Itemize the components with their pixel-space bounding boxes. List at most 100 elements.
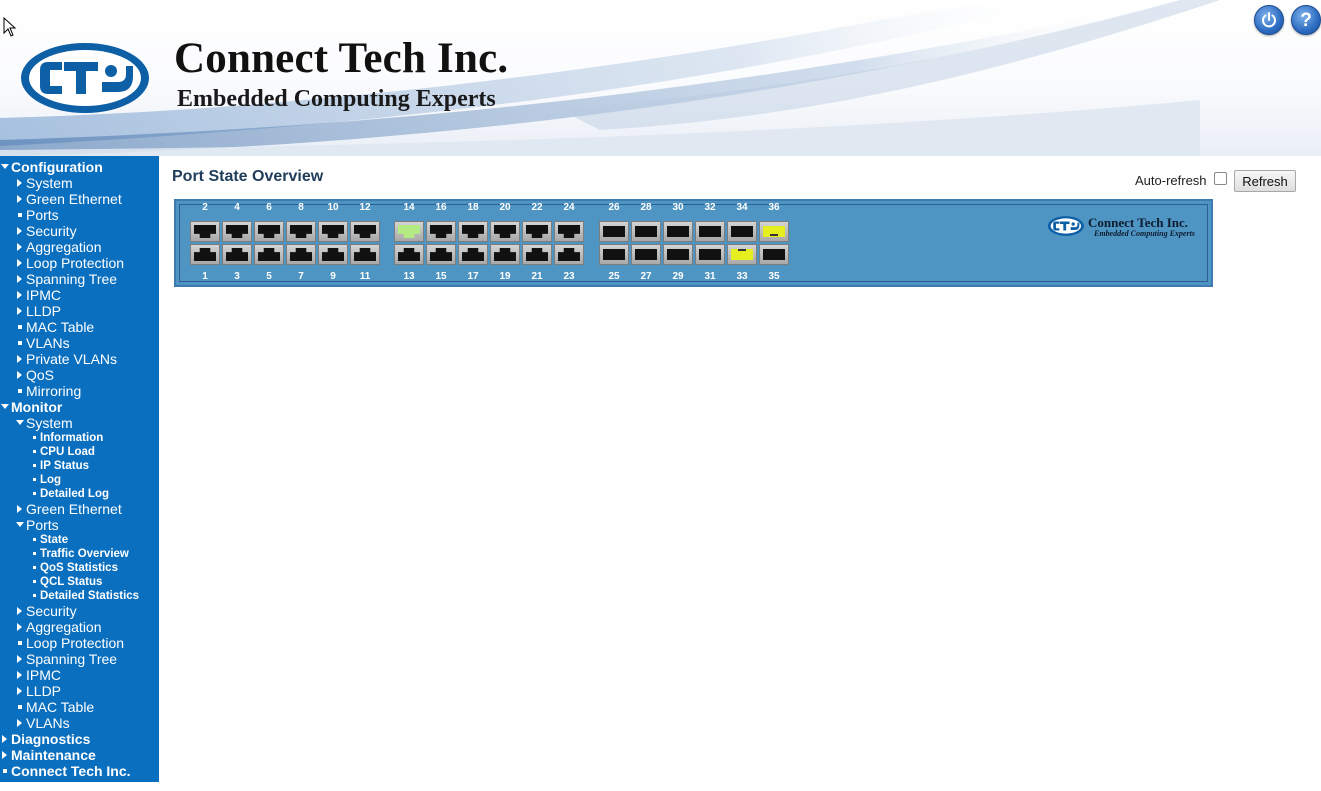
sidebar-item-diagnostics[interactable]: Diagnostics: [0, 731, 159, 747]
port-18[interactable]: [458, 221, 488, 242]
port-8[interactable]: [286, 221, 316, 242]
sidebar-item-detailed-log[interactable]: Detailed Log: [0, 487, 159, 501]
bullet-icon: [16, 209, 26, 221]
sidebar-item-mirroring[interactable]: Mirroring: [0, 383, 159, 399]
sidebar-item-spanning-tree[interactable]: Spanning Tree: [0, 271, 159, 287]
sidebar-item-monitor[interactable]: Monitor: [0, 399, 159, 415]
port-28[interactable]: [631, 221, 661, 242]
sidebar-item-security[interactable]: Security: [0, 603, 159, 619]
sidebar-item-label: Diagnostics: [11, 731, 91, 747]
port-34[interactable]: [727, 221, 757, 242]
sidebar-item-ip-status[interactable]: IP Status: [0, 459, 159, 473]
sidebar-item-qos[interactable]: QoS: [0, 367, 159, 383]
sidebar-item-lldp[interactable]: LLDP: [0, 303, 159, 319]
sidebar-item-private-vlans[interactable]: Private VLANs: [0, 351, 159, 367]
port-22[interactable]: [522, 221, 552, 242]
port-15[interactable]: [426, 244, 456, 265]
caret-right-icon: [16, 605, 26, 617]
sidebar-item-label: Spanning Tree: [26, 271, 118, 287]
port-20[interactable]: [490, 221, 520, 242]
sidebar-item-configuration[interactable]: Configuration: [0, 159, 159, 175]
caret-right-icon: [1, 749, 11, 761]
port-11[interactable]: [350, 244, 380, 265]
port-26[interactable]: [599, 221, 629, 242]
caret-down-icon: [16, 519, 26, 531]
port-25[interactable]: [599, 244, 629, 265]
sidebar-item-loop-protection[interactable]: Loop Protection: [0, 255, 159, 271]
port-30[interactable]: [663, 221, 693, 242]
sidebar-item-security[interactable]: Security: [0, 223, 159, 239]
sidebar-item-ports[interactable]: Ports: [0, 207, 159, 223]
port-number-label: 17: [467, 271, 479, 282]
port-4[interactable]: [222, 221, 252, 242]
port-21[interactable]: [522, 244, 552, 265]
port-6[interactable]: [254, 221, 284, 242]
port-24[interactable]: [554, 221, 584, 242]
sidebar-item-mac-table[interactable]: MAC Table: [0, 699, 159, 715]
sidebar-item-system[interactable]: System: [0, 175, 159, 191]
port-10[interactable]: [318, 221, 348, 242]
sidebar-item-cpu-load[interactable]: CPU Load: [0, 445, 159, 459]
sidebar-item-log[interactable]: Log: [0, 473, 159, 487]
bullet-icon: [16, 701, 26, 713]
port-17[interactable]: [458, 244, 488, 265]
sidebar-item-qcl-status[interactable]: QCL Status: [0, 575, 159, 589]
sidebar-item-ipmc[interactable]: IPMC: [0, 287, 159, 303]
sidebar-item-mac-table[interactable]: MAC Table: [0, 319, 159, 335]
port-5[interactable]: [254, 244, 284, 265]
sidebar-item-maintenance[interactable]: Maintenance: [0, 747, 159, 763]
sidebar-item-information[interactable]: Information: [0, 431, 159, 445]
port-27[interactable]: [631, 244, 661, 265]
sidebar-item-ports[interactable]: Ports: [0, 517, 159, 533]
faceplate-tagline: Embedded Computing Experts: [1094, 229, 1195, 238]
sidebar-item-ipmc[interactable]: IPMC: [0, 667, 159, 683]
port-19[interactable]: [490, 244, 520, 265]
sidebar-item-detailed-statistics[interactable]: Detailed Statistics: [0, 589, 159, 603]
sidebar-item-label: Loop Protection: [26, 635, 125, 651]
port-29[interactable]: [663, 244, 693, 265]
sidebar-item-vlans[interactable]: VLANs: [0, 335, 159, 351]
port-23[interactable]: [554, 244, 584, 265]
port-35[interactable]: [759, 244, 789, 265]
port-7[interactable]: [286, 244, 316, 265]
sidebar-item-system[interactable]: System: [0, 415, 159, 431]
refresh-button[interactable]: Refresh: [1234, 170, 1296, 192]
port-2[interactable]: [190, 221, 220, 242]
port-14[interactable]: [394, 221, 424, 242]
sidebar-item-state[interactable]: State: [0, 533, 159, 547]
sidebar-item-connect-tech-inc[interactable]: Connect Tech Inc.: [0, 763, 159, 779]
auto-refresh-checkbox[interactable]: [1214, 172, 1227, 185]
port-number-label: 34: [736, 202, 748, 213]
rj45-jack-icon: [226, 225, 248, 238]
port-number-label: 4: [234, 202, 240, 213]
port-32[interactable]: [695, 221, 725, 242]
caret-right-icon: [16, 685, 26, 697]
port-9[interactable]: [318, 244, 348, 265]
sidebar-item-spanning-tree[interactable]: Spanning Tree: [0, 651, 159, 667]
port-13[interactable]: [394, 244, 424, 265]
port-3[interactable]: [222, 244, 252, 265]
sidebar-item-traffic-overview[interactable]: Traffic Overview: [0, 547, 159, 561]
port-16[interactable]: [426, 221, 456, 242]
sidebar-item-aggregation[interactable]: Aggregation: [0, 619, 159, 635]
sidebar-item-label: Private VLANs: [26, 351, 118, 367]
bullet-icon: [16, 637, 26, 649]
port-1[interactable]: [190, 244, 220, 265]
bullet-icon: [16, 337, 26, 349]
sidebar-item-loop-protection[interactable]: Loop Protection: [0, 635, 159, 651]
port-31[interactable]: [695, 244, 725, 265]
sidebar-item-aggregation[interactable]: Aggregation: [0, 239, 159, 255]
sidebar-item-green-ethernet[interactable]: Green Ethernet: [0, 501, 159, 517]
port-33[interactable]: [727, 244, 757, 265]
sidebar-item-green-ethernet[interactable]: Green Ethernet: [0, 191, 159, 207]
sidebar-item-lldp[interactable]: LLDP: [0, 683, 159, 699]
port-36[interactable]: [759, 221, 789, 242]
help-button[interactable]: ?: [1291, 5, 1321, 35]
sidebar-item-vlans[interactable]: VLANs: [0, 715, 159, 731]
sidebar-item-qos-statistics[interactable]: QoS Statistics: [0, 561, 159, 575]
caret-right-icon: [16, 621, 26, 633]
logout-button[interactable]: [1254, 5, 1284, 35]
port-number-label: 36: [768, 202, 780, 213]
port-12[interactable]: [350, 221, 380, 242]
sidebar-item-label: Ports: [26, 207, 59, 223]
